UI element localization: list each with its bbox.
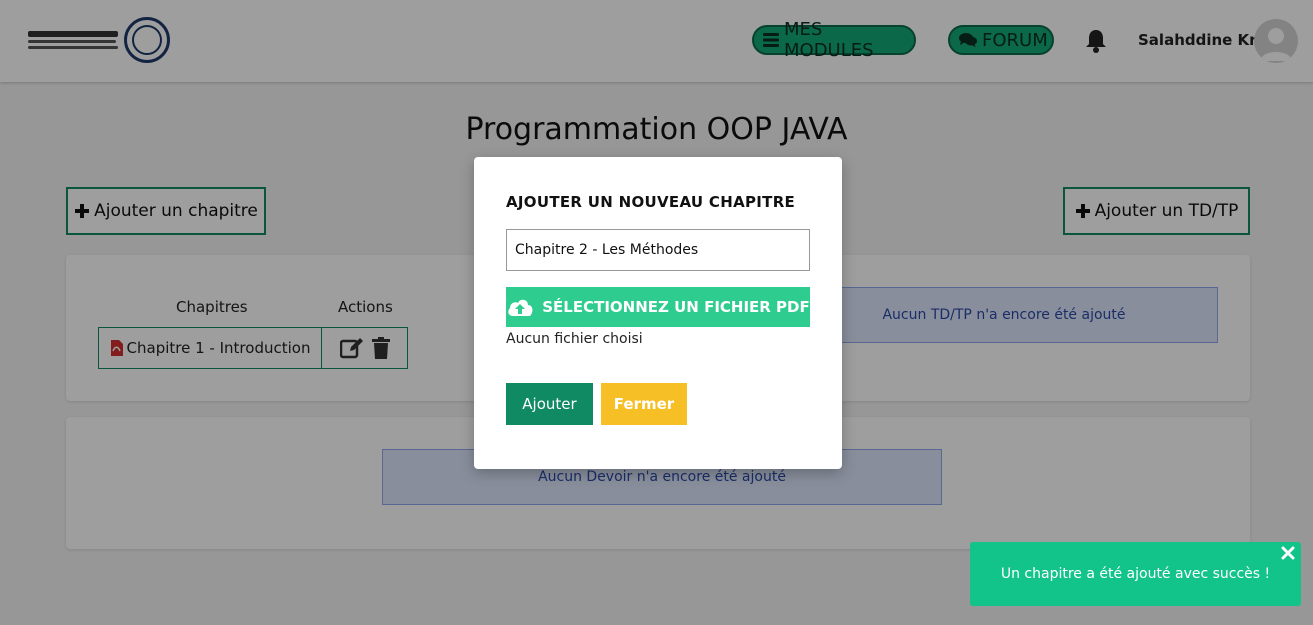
toast-message: Un chapitre a été ajouté avec succès !: [1000, 566, 1271, 582]
file-status: Aucun fichier choisi: [506, 331, 643, 347]
submit-button[interactable]: Ajouter: [506, 383, 593, 425]
select-pdf-button[interactable]: SÉLECTIONNEZ UN FICHIER PDF: [506, 287, 810, 327]
close-icon[interactable]: [1281, 546, 1295, 564]
modal-title: AJOUTER UN NOUVEAU CHAPITRE: [506, 193, 796, 211]
add-chapter-modal: AJOUTER UN NOUVEAU CHAPITRE SÉLECTIONNEZ…: [474, 157, 842, 469]
cloud-upload-icon: [508, 299, 533, 316]
select-pdf-label: SÉLECTIONNEZ UN FICHIER PDF: [542, 298, 810, 316]
chapter-title-input[interactable]: [506, 229, 810, 271]
success-toast: Un chapitre a été ajouté avec succès !: [970, 542, 1301, 606]
close-button[interactable]: Fermer: [601, 383, 687, 425]
